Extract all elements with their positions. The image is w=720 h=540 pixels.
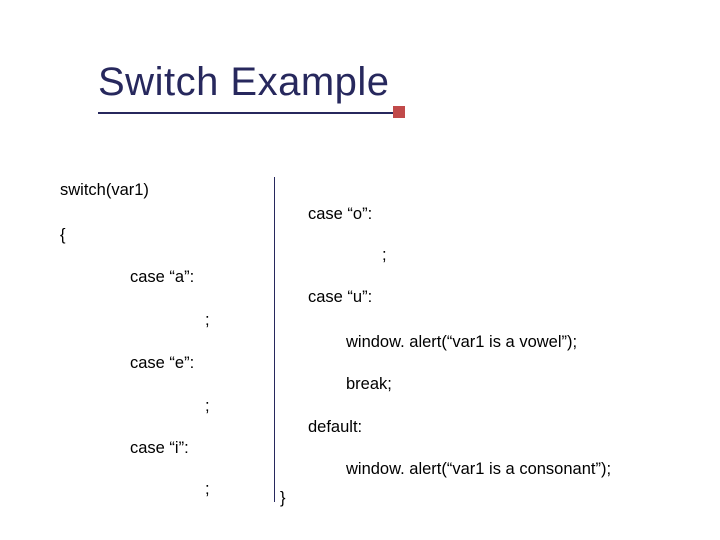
code-semi-i: ;	[205, 480, 210, 499]
code-case-i: case “i”:	[130, 439, 189, 458]
code-alert-consonant: window. alert(“var1 is a consonant”);	[346, 460, 611, 479]
code-semi-e: ;	[205, 397, 210, 416]
slide: Switch Example switch(var1) { case “a”: …	[0, 0, 720, 540]
code-semi-a: ;	[205, 311, 210, 330]
title-accent-square-icon	[393, 106, 405, 118]
title-underline	[98, 112, 393, 114]
code-close-brace: }	[280, 489, 286, 508]
vertical-divider	[274, 177, 275, 502]
code-default: default:	[308, 418, 362, 437]
code-case-a: case “a”:	[130, 268, 194, 287]
code-switch: switch(var1)	[60, 181, 149, 200]
code-case-u: case “u”:	[308, 288, 372, 307]
code-semi-o: ;	[382, 246, 387, 265]
code-break: break;	[346, 375, 392, 394]
code-alert-vowel: window. alert(“var1 is a vowel”);	[346, 333, 577, 352]
code-open-brace: {	[60, 226, 66, 245]
slide-title-wrap: Switch Example	[98, 60, 390, 105]
slide-title: Switch Example	[98, 60, 390, 104]
code-case-o: case “o”:	[308, 205, 372, 224]
code-case-e: case “e”:	[130, 354, 194, 373]
